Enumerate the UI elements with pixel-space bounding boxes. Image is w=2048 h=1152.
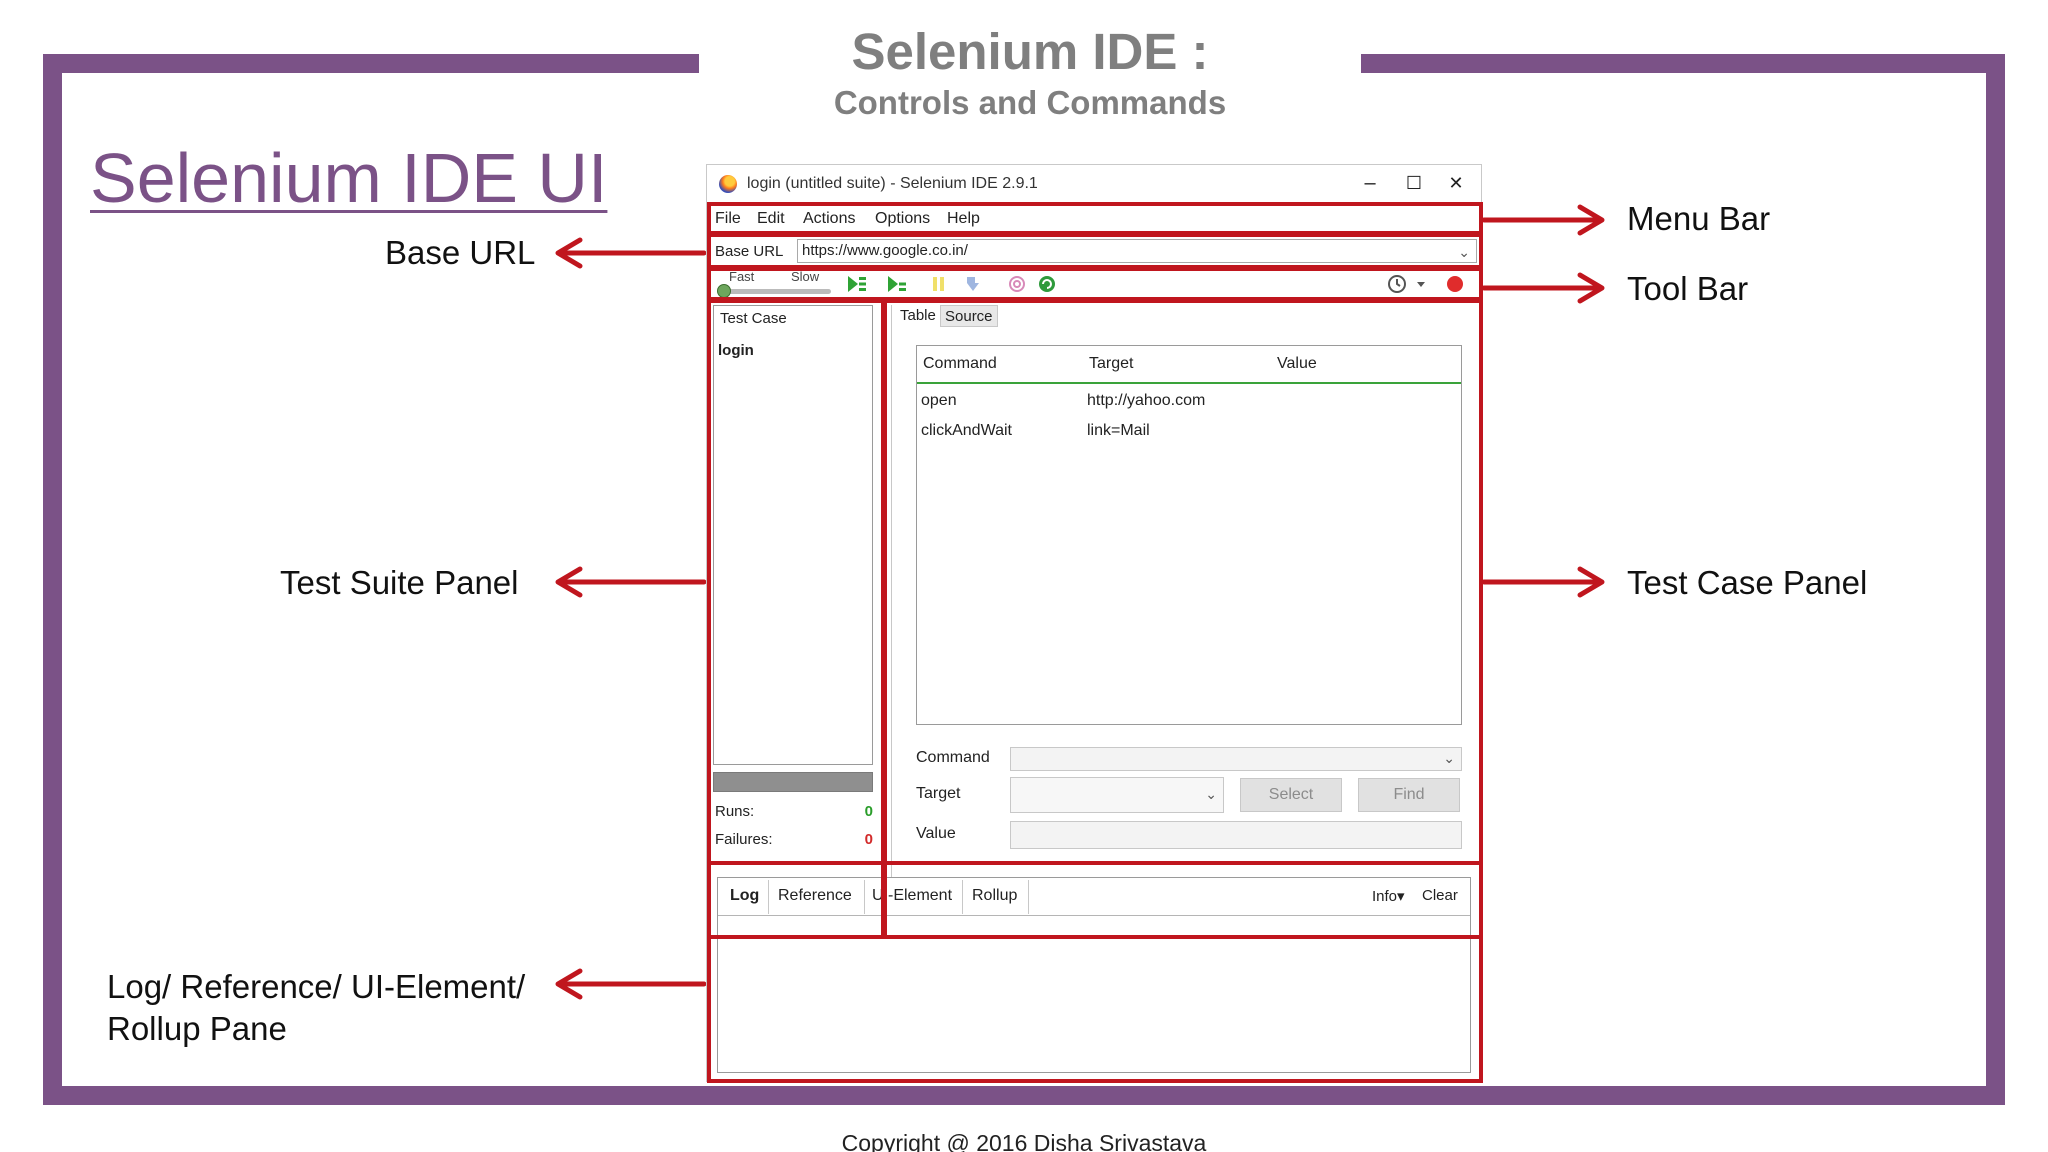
label-log-pane-line1: Log/ Reference/ UI-Element/ xyxy=(107,968,526,1005)
window-titlebar[interactable]: login (untitled suite) - Selenium IDE 2.… xyxy=(707,165,1481,201)
close-button[interactable]: ✕ xyxy=(1433,169,1479,197)
highlight-tool-bar xyxy=(707,267,1483,301)
label-log-pane-line2: Rollup Pane xyxy=(107,1010,287,1048)
slide-title: Selenium IDE : xyxy=(851,23,1209,80)
label-tool-bar: Tool Bar xyxy=(1627,270,1749,307)
section-title: Selenium IDE UI xyxy=(90,139,608,217)
slide-subtitle: Controls and Commands xyxy=(833,84,1227,121)
maximize-button[interactable]: ☐ xyxy=(1391,169,1437,197)
minimize-button[interactable]: – xyxy=(1347,169,1393,197)
label-test-suite-panel: Test Suite Panel xyxy=(280,564,519,601)
selenium-ide-window: login (untitled suite) - Selenium IDE 2.… xyxy=(706,164,1483,1083)
label-test-case-panel: Test Case Panel xyxy=(1627,564,1868,601)
label-log-pane: Log/ Reference/ UI-Element/ Rollup Pane xyxy=(107,966,525,1050)
window-title: login (untitled suite) - Selenium IDE 2.… xyxy=(747,175,1038,192)
highlight-menu-bar xyxy=(707,202,1483,235)
firefox-icon xyxy=(719,175,737,193)
highlight-test-case-panel xyxy=(883,299,1483,939)
highlight-base-url xyxy=(707,233,1483,269)
slide-frame-top-left xyxy=(43,54,699,73)
highlight-test-suite-panel xyxy=(707,299,885,939)
label-base-url: Base URL xyxy=(385,234,536,271)
slide-frame-top-right xyxy=(1361,54,2005,73)
copyright-text: Copyright @ 2016 Disha Srivastava xyxy=(841,1130,1207,1152)
label-menu-bar: Menu Bar xyxy=(1627,200,1771,237)
highlight-log-pane xyxy=(707,861,1483,1083)
